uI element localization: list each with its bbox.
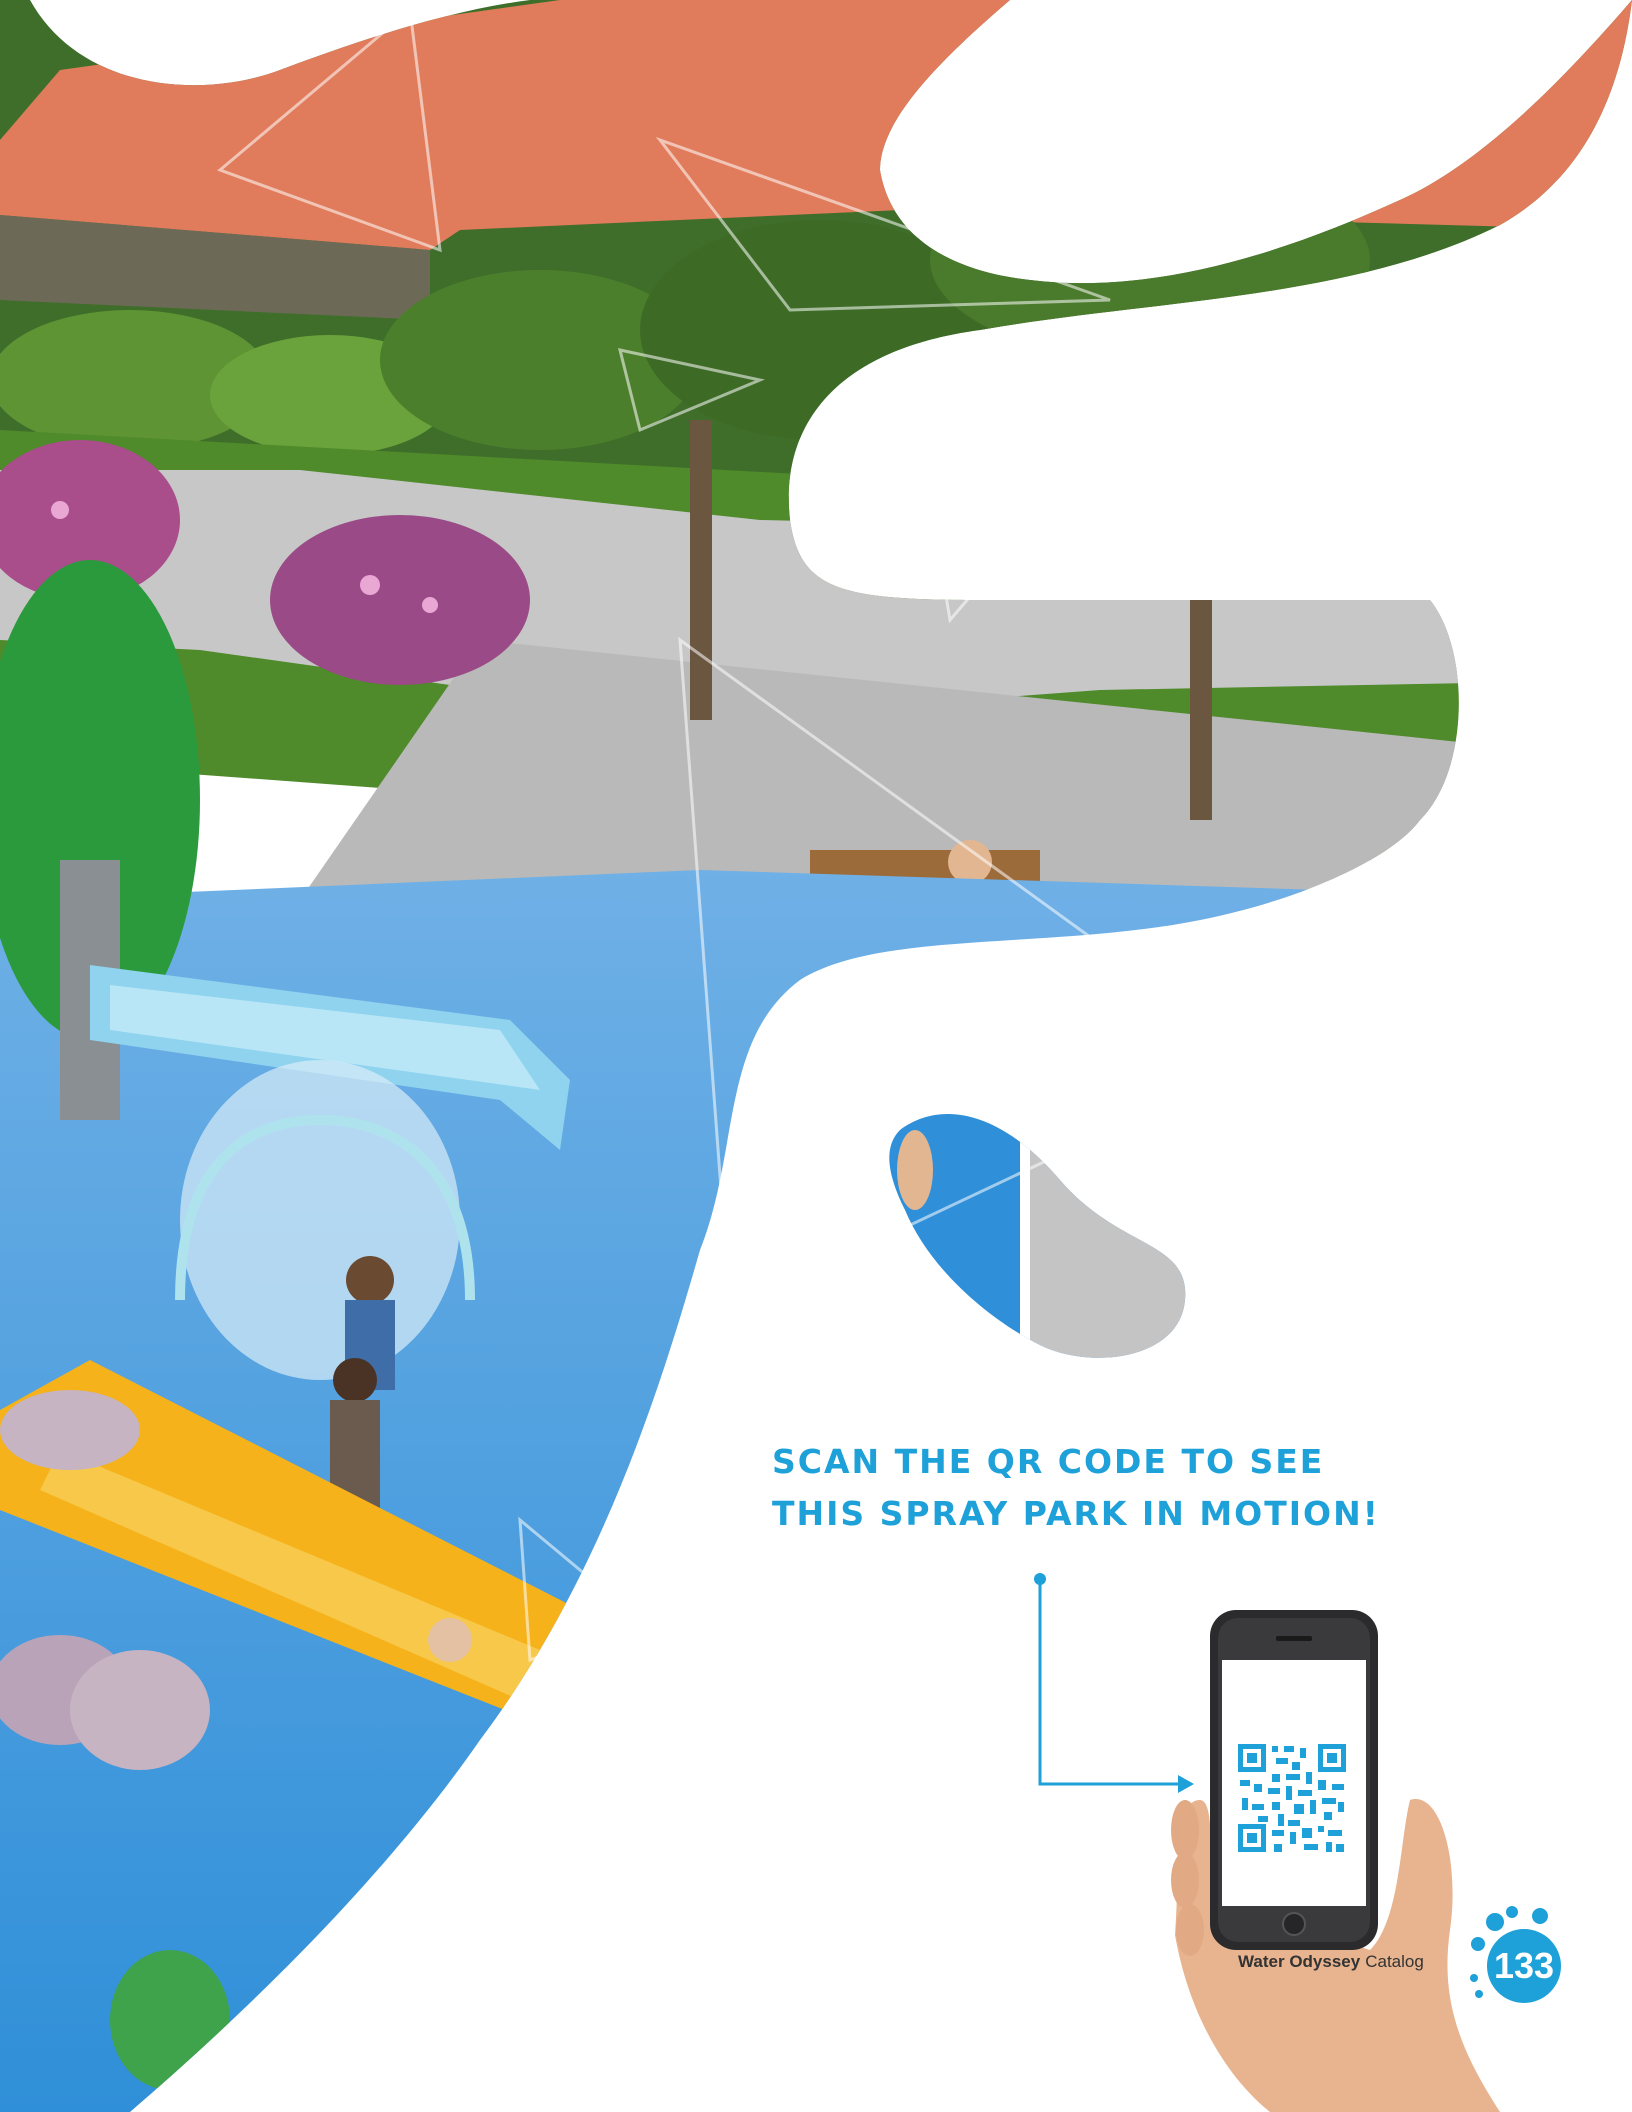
- catalog-footer: Water Odyssey Catalog: [1238, 1942, 1424, 1982]
- cta-line-1: SCAN THE QR CODE TO SEE: [772, 1442, 1325, 1481]
- qr-call-to-action: SCAN THE QR CODE TO SEE THIS SPRAY PARK …: [772, 1436, 1472, 1540]
- detail-photo-blob: [889, 1114, 1186, 1358]
- arrow-icon: [1034, 1573, 1194, 1793]
- page-artwork: [0, 0, 1632, 2112]
- cta-line-2: THIS SPRAY PARK IN MOTION!: [772, 1494, 1380, 1533]
- page-number: 133: [1493, 1945, 1555, 1986]
- spray-park-photo: [0, 0, 1632, 2112]
- brand-name: Water Odyssey: [1238, 1952, 1361, 1971]
- catalog-label: Catalog: [1365, 1952, 1424, 1971]
